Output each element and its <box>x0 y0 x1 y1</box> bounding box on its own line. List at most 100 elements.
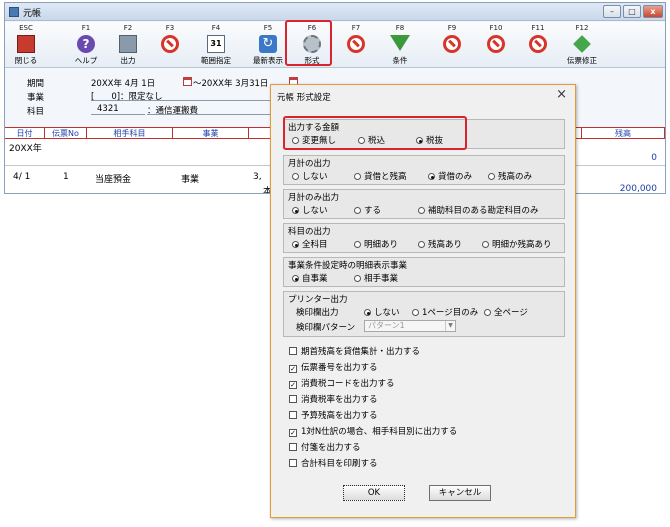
key-label: F5 <box>263 24 273 32</box>
radio-dot <box>364 309 371 316</box>
business-option-partner[interactable]: 相手事業 <box>354 272 398 284</box>
account-label: 科目 <box>27 107 45 117</box>
monthly-option-debit-credit[interactable]: 貸借のみ <box>428 170 472 182</box>
app-icon <box>9 7 19 17</box>
filter-icon <box>390 35 410 51</box>
key-label: F9 <box>447 24 457 32</box>
f8-condition-button[interactable]: F8 条件 <box>381 22 419 68</box>
check-total-account[interactable]: 合計科目を印刷する <box>289 457 378 469</box>
header-date: 日付 <box>5 128 45 139</box>
business-label: 事業 <box>27 93 45 103</box>
checkbox <box>289 347 297 355</box>
f7-disabled-button[interactable]: F7 <box>337 22 375 68</box>
stamp-output-label: 検印欄出力 <box>296 308 339 318</box>
radio-dot <box>354 275 361 282</box>
f4-range-button[interactable]: F4 31 範囲指定 <box>197 22 235 68</box>
radio-dot <box>418 207 425 214</box>
group-title: 科目の出力 <box>288 227 331 237</box>
stamp-option-first-page[interactable]: 1ページ目のみ <box>412 306 478 318</box>
no-entry-icon <box>161 35 179 53</box>
check-budget-balance[interactable]: 予算残高を出力する <box>289 409 378 421</box>
calendar-icon[interactable] <box>183 77 192 86</box>
business-field[interactable]: [ 0]：限定なし <box>91 90 271 102</box>
period-from[interactable]: 20XX年 4月 1日 <box>91 77 155 89</box>
checkbox: ✓ <box>289 429 297 437</box>
f1-help-button[interactable]: F1 ? ヘルプ <box>67 22 105 68</box>
row-balance: 0 <box>651 153 657 163</box>
check-sticky-note[interactable]: 付箋を出力する <box>289 441 361 453</box>
print-icon <box>119 35 137 53</box>
no-entry-icon <box>443 35 461 53</box>
check-slip-number[interactable]: ✓ 伝票番号を出力する <box>289 361 378 373</box>
period-to[interactable]: ～20XX年 3月31日 <box>193 77 268 89</box>
f2-output-button[interactable]: F2 出力 <box>109 22 147 68</box>
f11-disabled-button[interactable]: F11 <box>519 22 557 68</box>
stamp-option-none[interactable]: しない <box>364 306 400 318</box>
radio-dot <box>488 173 495 180</box>
stamp-option-all-pages[interactable]: 全ページ <box>484 306 528 318</box>
key-label: F2 <box>123 24 133 32</box>
button-label: 条件 <box>392 56 408 65</box>
stamp-pattern-select[interactable]: パターン1 ▼ <box>364 320 456 332</box>
check-opening-balance[interactable]: 期首残高を貸借集計・出力する <box>289 345 420 357</box>
checkbox <box>289 395 297 403</box>
minimize-button[interactable]: – <box>603 5 621 18</box>
header-slip-no: 伝票No <box>45 128 87 139</box>
key-label: F1 <box>81 24 91 32</box>
monthly-option-both[interactable]: 貸借と残高 <box>354 170 407 182</box>
arrow-icon <box>573 35 591 53</box>
account-option-balance[interactable]: 残高あり <box>418 238 462 250</box>
f10-disabled-button[interactable]: F10 <box>477 22 515 68</box>
f9-disabled-button[interactable]: F9 <box>433 22 471 68</box>
key-label: F10 <box>489 24 503 32</box>
business-option-self[interactable]: 自事業 <box>292 272 328 284</box>
close-button[interactable]: x <box>643 5 663 18</box>
key-label: ESC <box>19 24 33 32</box>
account-option-detail-or-balance[interactable]: 明細か残高あり <box>482 238 552 250</box>
f12-slip-edit-button[interactable]: F12 伝票修正 <box>563 22 601 68</box>
monthly-option-none[interactable]: しない <box>292 170 328 182</box>
radio-dot <box>292 207 299 214</box>
select-value: パターン1 <box>368 321 405 330</box>
esc-close-button[interactable]: ESC 閉じる <box>7 22 45 68</box>
radio-dot <box>354 241 361 248</box>
row-date: 20XX年 <box>9 144 42 154</box>
f5-refresh-button[interactable]: F5 ↻ 最新表示 <box>249 22 287 68</box>
account-code-field[interactable]: 4321 <box>91 104 145 115</box>
radio-dot <box>292 275 299 282</box>
radio-dot <box>292 241 299 248</box>
f3-disabled-button[interactable]: F3 <box>151 22 189 68</box>
check-tax-code[interactable]: ✓ 消費税コードを出力する <box>289 377 395 389</box>
check-tax-rate[interactable]: 消費税率を出力する <box>289 393 378 405</box>
cancel-button[interactable]: キャンセル <box>429 485 491 501</box>
checkbox <box>289 459 297 467</box>
account-option-detail[interactable]: 明細あり <box>354 238 398 250</box>
checkbox: ✓ <box>289 365 297 373</box>
group-title: 月計のみ出力 <box>288 193 340 203</box>
monthly-option-balance[interactable]: 残高のみ <box>488 170 532 182</box>
key-label: F4 <box>211 24 221 32</box>
key-label: F11 <box>531 24 545 32</box>
header-business: 事業 <box>173 128 249 139</box>
chevron-down-icon: ▼ <box>445 321 455 331</box>
header-counter-account: 相手科目 <box>87 128 173 139</box>
account-option-all[interactable]: 全科目 <box>292 238 328 250</box>
check-one-to-many[interactable]: ✓ 1対N仕訳の場合、相手科目別に出力する <box>289 425 457 437</box>
monthly-only-option-none[interactable]: しない <box>292 204 328 216</box>
dialog-close-icon[interactable]: × <box>556 87 567 102</box>
maximize-button[interactable]: □ <box>623 5 641 18</box>
monthly-only-option-sub[interactable]: 補助科目のある勘定科目のみ <box>418 204 539 216</box>
no-entry-icon <box>347 35 365 53</box>
row-counter-account: 当座預金 <box>95 175 132 185</box>
dialog-title: 元帳 形式設定 <box>277 93 331 103</box>
ok-button[interactable]: OK <box>343 485 405 501</box>
title-bar: 元帳 – □ x <box>5 3 665 21</box>
monthly-only-option-yes[interactable]: する <box>354 204 381 216</box>
calendar-icon: 31 <box>207 35 225 53</box>
amount-highlight-frame <box>283 116 467 150</box>
printer-group: プリンター出力 検印欄出力 しない 1ページ目のみ 全ページ 検印欄パターン パ… <box>283 291 565 337</box>
help-icon: ? <box>77 35 95 53</box>
radio-dot <box>428 173 435 180</box>
window-title: 元帳 <box>23 9 42 19</box>
key-label: F8 <box>395 24 405 32</box>
